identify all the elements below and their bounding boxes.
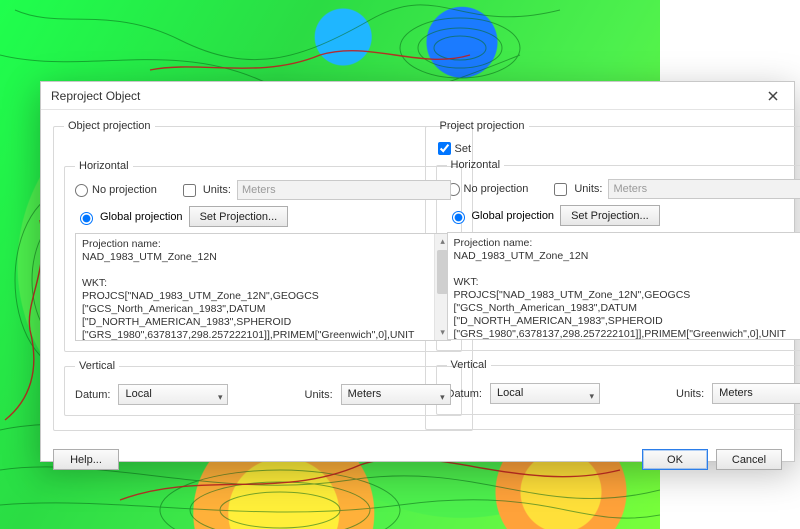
set-checkbox-row[interactable]: Set: [438, 142, 800, 155]
project-projection-legend: Project projection: [436, 120, 529, 132]
datum-dropdown[interactable]: Local: [490, 383, 600, 404]
project-horizontal-group: Horizontal No projection Units: Meters: [436, 159, 800, 351]
units-checkbox[interactable]: [554, 183, 567, 196]
help-button[interactable]: Help...: [53, 449, 119, 470]
global-projection-radio-label[interactable]: Global projection: [75, 209, 183, 225]
object-horizontal-group: Horizontal No projection Units: Meters: [64, 160, 462, 352]
projection-info-box: Projection name: NAD_1983_UTM_Zone_12N W…: [75, 233, 451, 341]
reproject-object-dialog: Reproject Object Object projection Horiz…: [40, 81, 795, 462]
dialog-titlebar: Reproject Object: [41, 82, 794, 110]
no-projection-radio-label[interactable]: No projection: [447, 183, 529, 196]
vertical-units-dropdown[interactable]: Meters: [712, 383, 800, 404]
global-projection-radio-label[interactable]: Global projection: [447, 208, 555, 224]
object-vertical-legend: Vertical: [75, 360, 119, 372]
dialog-footer: Help... OK Cancel: [41, 445, 794, 480]
set-projection-button[interactable]: Set Projection...: [560, 205, 660, 226]
object-horizontal-legend: Horizontal: [75, 160, 133, 172]
close-button[interactable]: [758, 85, 788, 107]
ok-button[interactable]: OK: [642, 449, 708, 470]
units-checkbox-label[interactable]: Units:: [550, 180, 602, 199]
dialog-body: Object projection Horizontal No projecti…: [41, 110, 794, 445]
datum-dropdown[interactable]: Local: [118, 384, 228, 405]
vertical-units-label: Units:: [305, 389, 333, 401]
global-projection-radio[interactable]: [452, 211, 465, 224]
set-checkbox-label: Set: [455, 143, 472, 155]
set-projection-button[interactable]: Set Projection...: [189, 206, 289, 227]
project-projection-column: Project projection Set Horizontal No pro…: [425, 120, 783, 439]
no-projection-radio-label[interactable]: No projection: [75, 184, 157, 197]
units-checkbox-label[interactable]: Units:: [179, 181, 231, 200]
project-vertical-legend: Vertical: [447, 359, 491, 371]
vertical-units-dropdown[interactable]: Meters: [341, 384, 451, 405]
object-projection-legend: Object projection: [64, 120, 155, 132]
project-projection-group: Project projection Set Horizontal No pro…: [425, 120, 800, 430]
set-checkbox[interactable]: [438, 142, 451, 155]
projection-info-box: Projection name: NAD_1983_UTM_Zone_12N W…: [447, 232, 800, 340]
dialog-title: Reproject Object: [51, 82, 758, 110]
project-vertical-group: Vertical Datum: Local Units: Meters: [436, 359, 800, 415]
units-checkbox[interactable]: [183, 184, 196, 197]
datum-label: Datum:: [75, 389, 110, 401]
project-horizontal-legend: Horizontal: [447, 159, 505, 171]
no-projection-radio[interactable]: [75, 184, 88, 197]
vertical-units-label: Units:: [676, 388, 704, 400]
object-vertical-group: Vertical Datum: Local Units: Meters: [64, 360, 462, 416]
units-dropdown[interactable]: Meters: [608, 179, 800, 199]
units-dropdown[interactable]: Meters: [237, 180, 451, 200]
object-projection-group: Object projection Horizontal No projecti…: [53, 120, 473, 431]
cancel-button[interactable]: Cancel: [716, 449, 782, 470]
global-projection-radio[interactable]: [80, 212, 93, 225]
object-projection-column: Object projection Horizontal No projecti…: [53, 120, 411, 439]
datum-label: Datum:: [447, 388, 482, 400]
